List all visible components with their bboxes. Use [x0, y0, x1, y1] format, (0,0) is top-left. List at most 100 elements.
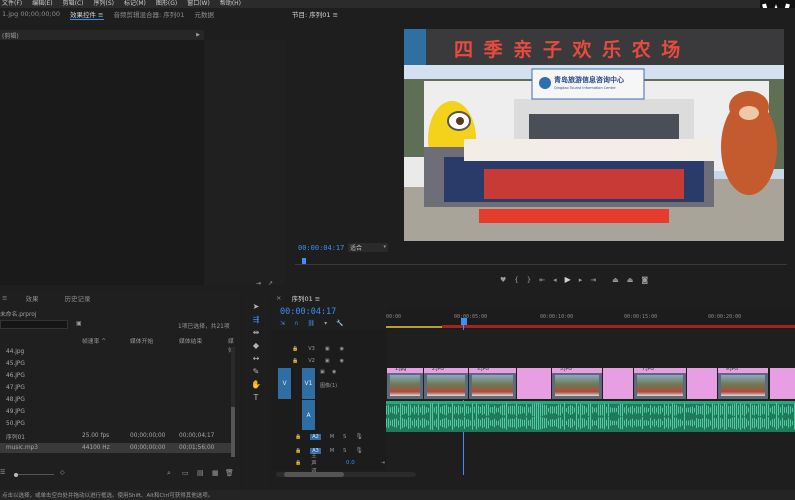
razor-tool-icon[interactable]: ◆ [250, 339, 262, 351]
mark-in-icon[interactable]: { [514, 276, 518, 284]
lock-icon[interactable]: 🔒 [292, 346, 298, 352]
program-fit-select[interactable]: 适合 ▾ [348, 243, 388, 252]
column-media-end[interactable]: 媒体结束 [179, 336, 202, 345]
list-item[interactable]: 49.JPG [0, 407, 235, 417]
track-label-v2[interactable]: V2 [308, 358, 315, 364]
tab-sequence[interactable]: 序列01 ≡ [291, 293, 320, 303]
pen-tool-icon[interactable]: ✎ [250, 365, 262, 377]
automate-icon[interactable]: ◇ [60, 470, 65, 476]
mark-out-icon[interactable]: } [527, 276, 531, 284]
trash-icon[interactable]: 🗑 [225, 470, 234, 477]
selection-tool-icon[interactable]: ➤ [250, 300, 262, 312]
ripple-edit-tool-icon[interactable]: ⇹ [250, 326, 262, 338]
program-playhead[interactable] [302, 258, 306, 264]
list-item[interactable]: 45.JPG [0, 359, 235, 369]
source-patch-a[interactable]: A [302, 400, 315, 430]
audio-clip-a1[interactable] [386, 401, 795, 432]
timeline-close-icon[interactable]: × [276, 294, 281, 302]
menu-file[interactable]: 文件(F) [2, 0, 22, 8]
new-item-icon[interactable]: ▤ [197, 470, 204, 477]
sync-lock-icon[interactable]: ▣ [325, 346, 330, 352]
go-to-out-icon[interactable]: ⇥ [590, 276, 596, 284]
new-bin-icon[interactable]: ▣ [76, 321, 82, 327]
video-clip[interactable] [687, 368, 717, 399]
eye-icon[interactable]: ◉ [332, 370, 336, 375]
video-clip[interactable]: 2.JPG [424, 368, 468, 399]
hand-tool-icon[interactable]: ✋ [250, 378, 262, 390]
go-to-in-icon[interactable]: ⇤ [539, 276, 545, 284]
video-clip[interactable]: 9.JPG [718, 368, 768, 399]
tab-project-menu[interactable]: ≡ [2, 294, 7, 302]
menu-sequence[interactable]: 序列(S) [94, 0, 115, 8]
track-target-v1[interactable]: V1 [302, 368, 315, 399]
new-bin-bottom-icon[interactable]: ▭ [182, 470, 189, 477]
timeline-scrollbar[interactable] [276, 472, 416, 477]
mute-icon[interactable]: M [330, 434, 334, 440]
type-tool-icon[interactable]: T [250, 391, 262, 403]
track-select-tool-icon[interactable]: ⇶ [250, 313, 262, 325]
list-item[interactable]: 47.JPG [0, 383, 235, 393]
video-clip[interactable] [770, 368, 795, 399]
sync-lock-icon[interactable]: ▣ [320, 370, 325, 375]
go-to-end-icon[interactable]: ⇥ [381, 460, 385, 466]
list-item[interactable]: 48.JPG [0, 395, 235, 405]
zoom-slider[interactable] [14, 472, 54, 477]
list-item[interactable]: 46.JPG [0, 371, 235, 381]
microphone-icon[interactable]: 🎙 [355, 434, 363, 440]
tab-metadata[interactable]: 元数据 [195, 9, 215, 19]
master-volume-value[interactable]: 0.0 [346, 460, 355, 466]
list-item[interactable]: 50.JPG [0, 419, 235, 429]
menu-clip[interactable]: 剪辑(C) [63, 0, 84, 8]
tab-history[interactable]: 历史记录 [64, 293, 90, 303]
lock-icon[interactable]: 🔒 [292, 358, 298, 364]
play-icon[interactable]: ▶ [565, 276, 571, 284]
step-forward-icon[interactable]: ▸ [579, 276, 583, 284]
export-icon[interactable]: ↗ [268, 281, 273, 287]
project-search-input[interactable] [0, 320, 68, 329]
marker-icon[interactable]: ♥ [500, 276, 506, 284]
video-clip[interactable]: 5.JPG [552, 368, 602, 399]
column-fps[interactable]: 帧速率 ^ [82, 336, 106, 345]
video-clip[interactable]: 1.jpg [387, 368, 423, 399]
menu-window[interactable]: 窗口(W) [187, 0, 210, 8]
lift-icon[interactable]: ⏏ [612, 276, 619, 284]
microphone-icon[interactable]: 🎙 [355, 448, 363, 454]
lock-icon[interactable]: 🔒 [295, 434, 301, 440]
lock-icon[interactable]: 🔒 [295, 460, 301, 466]
linked-selection-icon[interactable]: ⛓ [307, 319, 315, 328]
list-item[interactable]: music.mp3 44100 Hz 00;00;00;00 00;01;56;00 [0, 443, 235, 453]
tab-effects[interactable]: 效果 [25, 293, 38, 303]
lock-icon[interactable]: 🔒 [295, 448, 301, 454]
in-out-range[interactable] [442, 325, 795, 328]
column-media-start[interactable]: 媒体开始 [130, 336, 153, 345]
solo-icon[interactable]: S [343, 434, 346, 440]
tab-source[interactable]: 1.jpg 00;00;00;00 [2, 10, 60, 18]
video-clip[interactable]: 7.JPG [634, 368, 686, 399]
menu-edit[interactable]: 编辑(E) [32, 0, 52, 8]
nest-icon[interactable]: ⇲ [280, 319, 285, 328]
program-timecode[interactable]: 00:00:04:17 [298, 244, 344, 252]
track-label-a2[interactable]: A2 [310, 434, 321, 440]
menu-graphics[interactable]: 图形(G) [156, 0, 177, 8]
step-back-icon[interactable]: ◂ [553, 276, 557, 284]
settings-icon[interactable]: 🔧 [336, 319, 343, 328]
list-item[interactable]: 序列01 25.00 fps 00;00;00;00 00;00;04;17 [0, 431, 235, 441]
solo-icon[interactable]: S [343, 448, 346, 454]
snap-icon[interactable]: ∩ [294, 319, 298, 328]
source-patch-v[interactable]: V [278, 368, 291, 399]
export-frame-icon[interactable]: ◙ [641, 276, 648, 284]
timeline-ruler[interactable]: 00:00 00:00:05:00 00:00:10:00 00:00:15:0… [386, 309, 795, 329]
expand-arrow-icon[interactable]: ▶ [196, 32, 200, 38]
find-icon[interactable]: ⌕ [167, 470, 171, 477]
video-clip[interactable] [603, 368, 633, 399]
video-clip[interactable]: 3.JPG [469, 368, 516, 399]
tab-program-monitor[interactable]: 节目: 序列01 ≡ [292, 9, 338, 19]
timeline-playhead-handle[interactable] [461, 318, 467, 325]
filter-icon[interactable]: ⇥ [256, 281, 261, 287]
video-clip[interactable] [517, 368, 551, 399]
tab-audio-mixer[interactable]: 音频剪辑混合器: 序列01 [114, 9, 185, 19]
list-view-icon[interactable]: ☰ [0, 470, 5, 476]
menu-help[interactable]: 帮助(H) [220, 0, 241, 8]
tab-effect-controls[interactable]: 效果控件 ≡ [69, 9, 104, 20]
add-marker-icon[interactable]: ▾ [324, 319, 327, 328]
